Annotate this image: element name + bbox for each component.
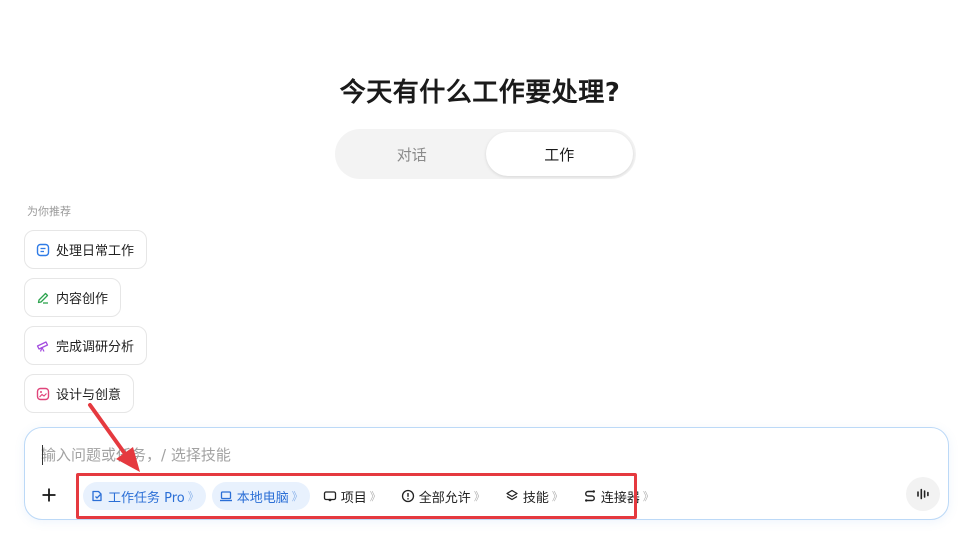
sound-wave-icon (917, 488, 929, 500)
chevron-right-icon: 》 (369, 490, 381, 503)
page-title: 今天有什么工作要处理? (339, 78, 621, 108)
allow-all-button[interactable]: 全部允许 》 (394, 482, 492, 510)
document-list-icon (36, 243, 50, 256)
connector-icon (584, 490, 595, 502)
skills-button[interactable]: 技能 》 (498, 482, 570, 510)
local-computer-button[interactable]: 本地电脑 》 (211, 482, 310, 510)
tool-label: 工作任务 Pro (108, 490, 185, 506)
text-caret (42, 445, 43, 465)
telescope-icon (36, 340, 49, 352)
layers-icon (506, 489, 518, 501)
chevron-right-icon: 》 (473, 490, 485, 503)
tool-label: 项目 (340, 490, 367, 506)
project-button[interactable]: 项目 》 (316, 482, 388, 510)
tool-label: 全部允许 (418, 490, 471, 506)
suggestion-daily-work[interactable]: 处理日常工作 (24, 230, 148, 269)
suggestion-label: 完成调研分析 (56, 340, 135, 355)
tab-chat[interactable]: 对话 (338, 132, 486, 176)
chevron-right-icon: 》 (642, 490, 654, 503)
mode-toggle: 对话 工作 (335, 129, 636, 179)
plus-icon (42, 488, 56, 502)
tool-label: 技能 (522, 490, 549, 506)
project-icon (323, 491, 336, 502)
suggestion-design[interactable]: 设计与创意 (24, 374, 135, 413)
suggestion-label: 内容创作 (56, 292, 109, 307)
connectors-button[interactable]: 连接器 》 (576, 482, 661, 510)
suggestion-research[interactable]: 完成调研分析 (24, 326, 148, 365)
composer-toolbar: 工作任务 Pro 》 本地电脑 》 项目 》 全部允许 》 技能 》 连接器 》 (79, 475, 665, 517)
tool-label: 本地电脑 (236, 490, 289, 506)
tool-label: 连接器 (600, 490, 640, 506)
add-attachment-button[interactable] (38, 484, 60, 506)
suggestion-label: 处理日常工作 (56, 244, 135, 259)
suggestion-content-creation[interactable]: 内容创作 (24, 278, 122, 317)
task-icon (92, 490, 102, 502)
chevron-right-icon: 》 (551, 490, 563, 503)
chevron-right-icon: 》 (187, 490, 199, 503)
pen-icon (37, 292, 49, 304)
recommend-label: 为你推荐 (27, 205, 71, 218)
alert-circle-icon (401, 489, 414, 503)
work-task-pro-button[interactable]: 工作任务 Pro 》 (83, 482, 206, 510)
laptop-icon (219, 491, 232, 502)
chevron-right-icon: 》 (291, 490, 303, 503)
suggestion-label: 设计与创意 (56, 388, 122, 403)
task-input[interactable] (41, 444, 901, 466)
voice-input-button[interactable] (906, 477, 940, 511)
image-icon (36, 387, 50, 400)
tab-work[interactable]: 工作 (485, 132, 633, 176)
